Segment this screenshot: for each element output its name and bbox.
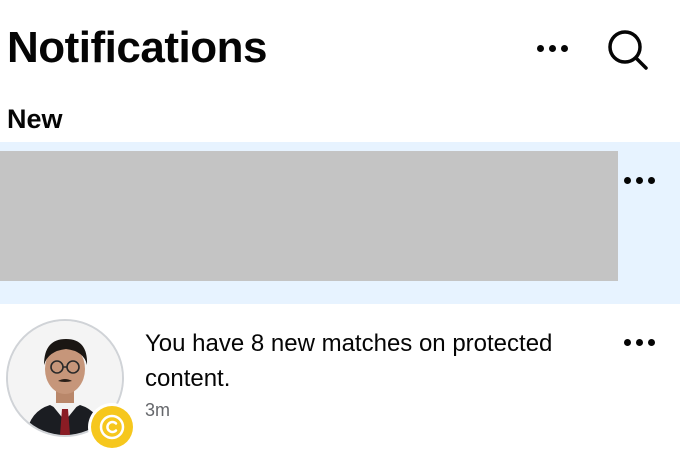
page-title: Notifications [7,23,267,72]
notification-more-button[interactable] [614,168,664,192]
more-horizontal-icon [536,44,568,52]
copyright-icon [99,414,125,440]
more-horizontal-icon [623,176,655,184]
section-heading-new: New [7,104,63,134]
notification-item[interactable] [0,142,680,304]
more-horizontal-icon [623,338,655,346]
notification-avatar [6,319,136,451]
search-button[interactable] [604,26,652,74]
notifications-screen: Notifications New You have 8 new matches… [0,0,680,453]
notification-item[interactable]: You have 8 new matches on protected cont… [0,304,680,453]
more-options-button[interactable] [528,36,576,60]
search-icon [608,30,648,70]
notification-timestamp: 3m [145,400,171,420]
notification-type-badge [88,403,136,451]
redacted-content [0,151,618,281]
notification-more-button[interactable] [614,330,664,354]
notification-text: You have 8 new matches on protected cont… [145,330,553,392]
header: Notifications [0,0,680,100]
